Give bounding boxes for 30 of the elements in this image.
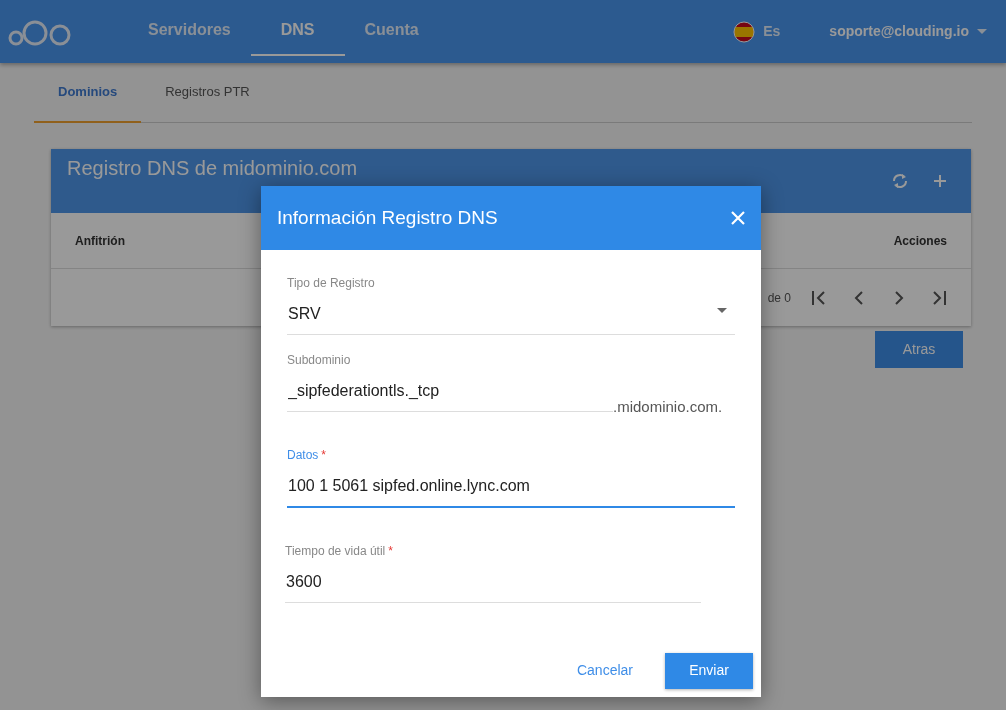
dialog-title: Información Registro DNS <box>277 205 498 230</box>
column-header: Anfitrión <box>75 232 125 250</box>
tab[interactable]: Dominios <box>34 63 142 123</box>
card-title: Registro DNS de midominio.com <box>67 156 358 180</box>
pagination-label: de 0 <box>767 289 791 307</box>
language-label[interactable]: Es <box>763 21 781 42</box>
field-label: Tiempo de vida útil * <box>285 543 394 560</box>
submit-button[interactable]: Enviar <box>665 652 753 689</box>
user-menu[interactable]: soporte@clouding.io <box>828 20 988 43</box>
plus-icon[interactable] <box>933 174 947 188</box>
cancel-button[interactable]: Cancelar <box>560 652 649 689</box>
nav-tab[interactable]: Servidores <box>128 9 251 56</box>
close-icon[interactable] <box>731 211 745 225</box>
back-button[interactable]: Atras <box>875 331 963 368</box>
refresh-icon[interactable] <box>891 172 909 190</box>
field-label: Tipo de Registro <box>287 275 376 292</box>
input-field[interactable]: _sipfederationtls._tcp <box>287 375 613 412</box>
tab[interactable]: Registros PTR <box>141 63 274 123</box>
input-field[interactable]: 100 1 5061 sipfed.online.lync.com <box>287 470 735 508</box>
nav-tab[interactable]: Cuenta <box>344 9 439 56</box>
column-header: Acciones <box>893 232 947 250</box>
field-label: Subdominio <box>287 352 352 369</box>
input-field[interactable]: 3600 <box>285 566 701 603</box>
dropdown-caret-icon <box>717 308 727 313</box>
record-type-select[interactable]: SRV <box>287 298 735 335</box>
domain-suffix: .midominio.com. <box>613 396 723 417</box>
caret-icon <box>977 28 987 35</box>
nav-tab[interactable]: DNS <box>250 9 345 56</box>
field-label: Datos * <box>287 447 328 464</box>
flag-icon <box>733 20 756 43</box>
